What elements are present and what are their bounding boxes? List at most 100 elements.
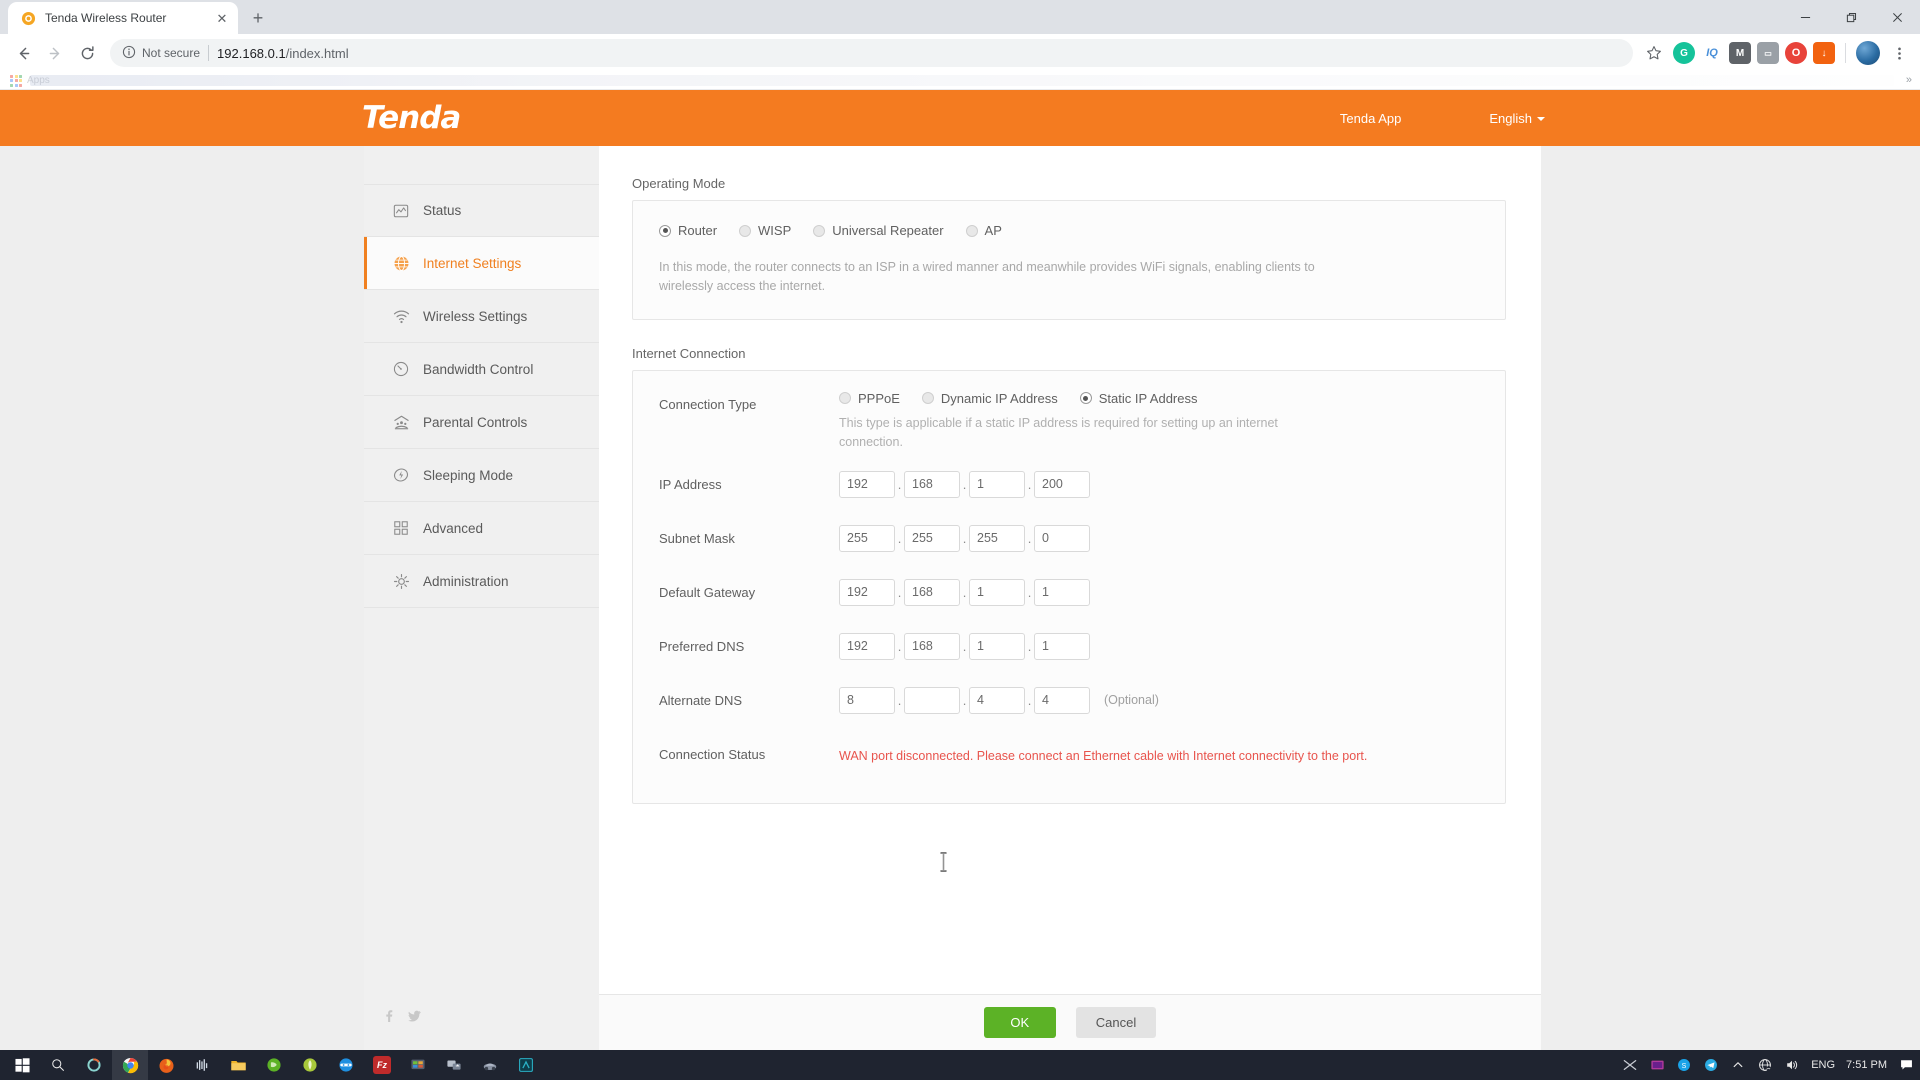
operating-mode-option-router[interactable]: Router	[659, 223, 717, 238]
show-hidden-icons-icon[interactable]	[1730, 1057, 1746, 1073]
subnet-mask-octet-2[interactable]: 255	[904, 524, 960, 552]
connection-type-option-pppoe[interactable]: PPPoE	[839, 391, 900, 406]
connection-type-option-static-ip[interactable]: Static IP Address	[1079, 391, 1198, 406]
explorer-taskbar-icon[interactable]	[220, 1050, 256, 1080]
language-selector[interactable]: English	[1489, 111, 1545, 126]
green-app-taskbar-icon[interactable]	[292, 1050, 328, 1080]
default-gateway-octet-4[interactable]: 1	[1034, 578, 1090, 606]
subnet-mask-octet-3[interactable]: 255	[969, 524, 1025, 552]
opera-vpn-extension[interactable]: O	[1785, 42, 1807, 64]
sidebar-item-administration[interactable]: Administration	[364, 555, 599, 608]
tenda-logo[interactable]: Tenda	[362, 100, 461, 136]
downloader-extension[interactable]: ↓	[1813, 42, 1835, 64]
preferred-dns-octet-1[interactable]: 192	[839, 632, 895, 660]
reload-button[interactable]	[72, 38, 102, 68]
sidebar-item-bandwidth-control[interactable]: Bandwidth Control	[364, 343, 599, 396]
forward-button[interactable]	[40, 38, 70, 68]
radio-indicator[interactable]	[1079, 392, 1092, 405]
content-inner: Operating Mode Router WISP Universal Rep…	[599, 146, 1541, 994]
bookmarks-bar: Apps »	[0, 72, 1920, 90]
windows-start-icon[interactable]	[4, 1050, 40, 1080]
default-gateway-octet-3[interactable]: 1	[969, 578, 1025, 606]
alternate-dns-octet-4[interactable]: 4	[1034, 686, 1090, 714]
sidebar-item-wireless-settings[interactable]: Wireless Settings	[364, 290, 599, 343]
sidebar-item-advanced[interactable]: Advanced	[364, 502, 599, 555]
connection-type-option-dynamic-ip[interactable]: Dynamic IP Address	[921, 391, 1058, 406]
twitter-icon[interactable]	[408, 1009, 421, 1022]
radio-indicator[interactable]	[965, 224, 978, 237]
ninja-taskbar-icon[interactable]	[328, 1050, 364, 1080]
sidebar-item-sleeping-mode[interactable]: Sleeping Mode	[364, 449, 599, 502]
ip-address-field: 192 . 168 . 1 . 200	[839, 470, 1479, 498]
ok-button[interactable]: OK	[983, 1007, 1056, 1038]
volume-icon[interactable]	[1784, 1057, 1800, 1073]
language-indicator[interactable]: ENG	[1811, 1059, 1835, 1071]
three-dot-menu-icon[interactable]	[1886, 40, 1912, 66]
facebook-icon[interactable]	[382, 1009, 395, 1022]
firefox-taskbar-icon[interactable]	[148, 1050, 184, 1080]
radio-indicator[interactable]	[813, 224, 826, 237]
alternate-dns-octet-2[interactable]	[904, 686, 960, 714]
preferred-dns-octet-4[interactable]: 1	[1034, 632, 1090, 660]
iq-extension[interactable]: IQ	[1701, 42, 1723, 64]
alternate-dns-octet-3[interactable]: 4	[969, 686, 1025, 714]
capture-extension[interactable]: ▭	[1757, 42, 1779, 64]
teal-app-taskbar-icon[interactable]	[508, 1050, 544, 1080]
ip-address-octet-4[interactable]: 200	[1034, 470, 1090, 498]
tab-title: Tenda Wireless Router	[45, 11, 167, 25]
close-window-button[interactable]	[1874, 0, 1920, 34]
ip-address-octet-3[interactable]: 1	[969, 470, 1025, 498]
address-bar[interactable]: Not secure 192.168.0.1/index.html	[110, 39, 1633, 67]
minimize-button[interactable]	[1782, 0, 1828, 34]
operating-mode-option-ap[interactable]: AP	[965, 223, 1002, 238]
cortana-icon[interactable]	[76, 1050, 112, 1080]
telegram-tray-icon[interactable]	[1703, 1057, 1719, 1073]
site-security-indicator[interactable]: Not secure	[122, 45, 200, 62]
new-tab-button[interactable]: +	[244, 4, 272, 32]
radio-indicator[interactable]	[659, 224, 671, 237]
sidebar-item-internet-settings[interactable]: Internet Settings	[364, 237, 599, 290]
default-gateway-octet-2[interactable]: 168	[904, 578, 960, 606]
tenda-app-link[interactable]: Tenda App	[1340, 111, 1401, 126]
operating-mode-option-wisp[interactable]: WISP	[739, 223, 791, 238]
default-gateway-octet-1[interactable]: 192	[839, 578, 895, 606]
browser-tab[interactable]: Tenda Wireless Router ✕	[8, 2, 238, 34]
sidebar-item-parental-controls[interactable]: Parental Controls	[364, 396, 599, 449]
radio-indicator[interactable]	[839, 392, 851, 405]
ip-address-octet-2[interactable]: 168	[904, 470, 960, 498]
filezilla-taskbar-icon[interactable]: Fz	[364, 1050, 400, 1080]
audacity-taskbar-icon[interactable]	[184, 1050, 220, 1080]
subnet-mask-octet-1[interactable]: 255	[839, 524, 895, 552]
alternate-dns-octet-1[interactable]: 8	[839, 686, 895, 714]
obs-tray-icon[interactable]	[1649, 1057, 1665, 1073]
search-icon[interactable]	[40, 1050, 76, 1080]
preferred-dns-octet-3[interactable]: 1	[969, 632, 1025, 660]
network-globe-icon[interactable]	[1757, 1057, 1773, 1073]
racing-taskbar-icon[interactable]	[472, 1050, 508, 1080]
preferred-dns-octet-2[interactable]: 168	[904, 632, 960, 660]
chrome-taskbar-icon[interactable]	[112, 1050, 148, 1080]
tab-close-icon[interactable]: ✕	[214, 10, 230, 26]
back-button[interactable]	[8, 38, 38, 68]
skype-tray-icon[interactable]: S	[1676, 1057, 1692, 1073]
cancel-button[interactable]: Cancel	[1075, 1007, 1157, 1038]
bookmark-star-icon[interactable]	[1641, 40, 1667, 66]
notifications-icon[interactable]	[1898, 1057, 1914, 1073]
radio-indicator[interactable]	[739, 224, 752, 237]
subnet-mask-octet-4[interactable]: 0	[1034, 524, 1090, 552]
user-avatar[interactable]	[1856, 41, 1880, 65]
nvidia-taskbar-icon[interactable]	[256, 1050, 292, 1080]
radio-indicator[interactable]	[921, 392, 934, 405]
grammarly-extension[interactable]: G	[1673, 42, 1695, 64]
xsplit-tray-icon[interactable]	[1622, 1057, 1638, 1073]
bookmarks-overflow-icon[interactable]: »	[1906, 74, 1912, 86]
octet-separator: .	[962, 584, 967, 600]
maximize-restore-button[interactable]	[1828, 0, 1874, 34]
sidebar-item-status[interactable]: Status	[364, 184, 599, 237]
vmware-taskbar-icon[interactable]	[400, 1050, 436, 1080]
remote-taskbar-icon[interactable]	[436, 1050, 472, 1080]
clock[interactable]: 7:51 PM	[1846, 1059, 1887, 1071]
operating-mode-option-universal-repeater[interactable]: Universal Repeater	[813, 223, 944, 238]
mail-extension[interactable]: M	[1729, 42, 1751, 64]
ip-address-octet-1[interactable]: 192	[839, 470, 895, 498]
